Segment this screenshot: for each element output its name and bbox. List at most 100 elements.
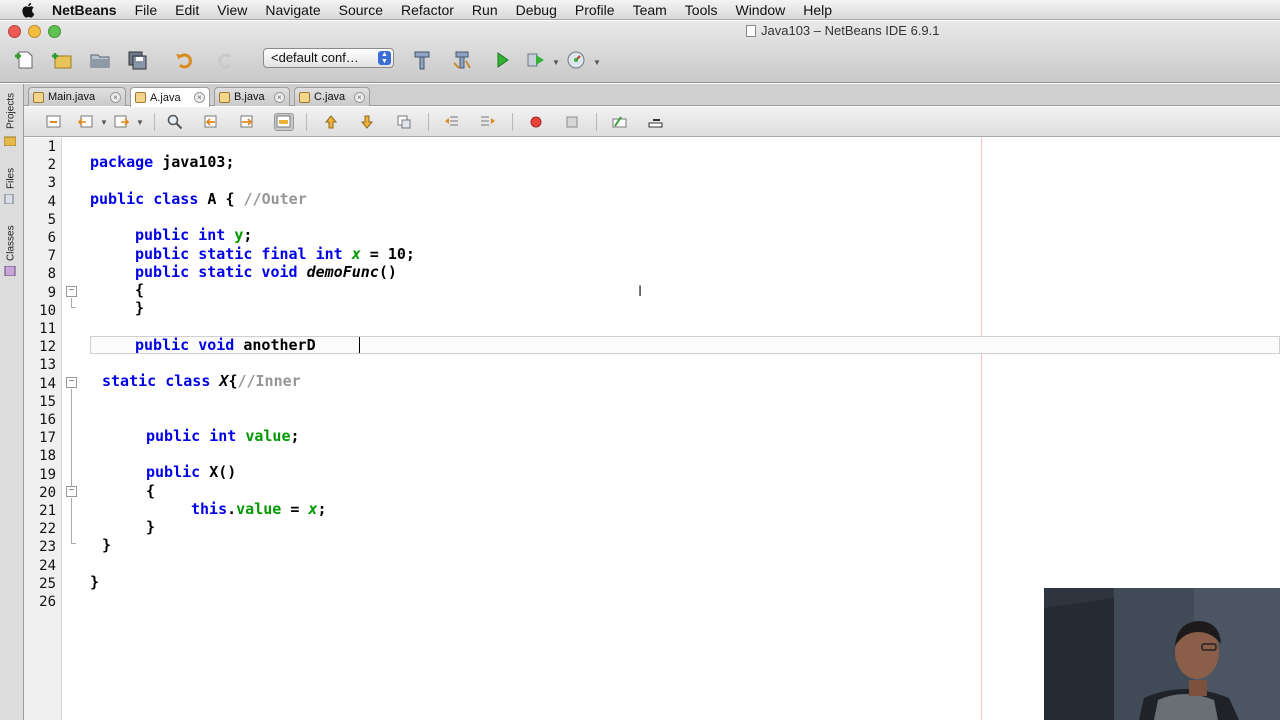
highlight-search-icon [276,115,291,128]
code-text: ; [243,226,253,244]
separator [428,113,429,131]
tab-b-java[interactable]: B.java × [214,87,290,106]
tab-main-java[interactable]: Main.java × [28,87,126,106]
shift-line-right-button[interactable] [478,113,498,131]
line-number: 16 [39,412,56,428]
toggle-highlight-search-button[interactable] [274,113,294,131]
forward-button[interactable] [112,113,132,131]
debug-project-button[interactable] [522,47,550,73]
stop-macro-recording-button[interactable] [562,113,582,131]
line-number: 21 [39,503,56,519]
code-text: . [227,500,237,518]
profile-project-button[interactable] [562,47,590,73]
separator [596,113,597,131]
redo-button[interactable] [211,47,239,73]
code-text: = [281,500,309,518]
toggle-bookmark-button[interactable] [394,113,414,131]
line-number: 9 [47,284,56,301]
magnifier-icon [167,114,183,130]
forward-dropdown-icon[interactable]: ▼ [136,118,144,127]
line-number: 7 [47,248,56,265]
separator [154,113,155,131]
undo-icon [176,53,192,69]
side-tab-classes[interactable]: Classes [3,220,19,266]
comment-button[interactable] [610,113,630,131]
side-tab-projects[interactable]: Projects [3,90,19,132]
debug-dropdown-icon[interactable]: ▼ [552,58,560,67]
uncomment-button[interactable] [646,113,666,131]
menu-file[interactable]: File [126,0,167,20]
keyword: public static void [135,263,298,281]
menu-source[interactable]: Source [330,0,392,20]
menu-navigate[interactable]: Navigate [256,0,329,20]
menu-refactor[interactable]: Refactor [392,0,463,20]
menu-tools[interactable]: Tools [676,0,727,20]
folder-icon [90,54,110,68]
new-file-icon [15,51,33,69]
menu-view[interactable]: View [208,0,256,20]
menu-profile[interactable]: Profile [566,0,624,20]
keyword: public int [146,427,237,445]
save-all-button[interactable] [124,47,152,73]
code-text: ; [317,500,327,518]
clean-build-icon [453,51,471,69]
code-text: X() [200,463,237,481]
line-number: 6 [47,230,56,246]
keyword: public void [135,336,235,354]
find-next-button[interactable] [237,113,257,131]
back-dropdown-icon[interactable]: ▼ [100,118,108,127]
close-window-button[interactable] [8,25,21,38]
previous-bookmark-button[interactable] [321,113,341,131]
tab-c-java[interactable]: C.java × [294,87,370,106]
line-number: 19 [39,466,56,483]
window-titlebar: Java103 – NetBeans IDE 6.9.1 <default co… [0,21,1280,83]
next-bookmark-button[interactable] [357,113,377,131]
debug-icon [527,53,544,67]
window-title-text: Java103 – NetBeans IDE 6.9.1 [761,23,940,38]
last-edit-button[interactable] [44,113,64,131]
find-button[interactable] [165,113,185,131]
app-menu[interactable]: NetBeans [52,0,126,20]
build-button[interactable] [408,47,436,73]
start-macro-recording-button[interactable] [526,113,546,131]
line-number: 11 [39,321,56,337]
line-number: 15 [39,393,56,410]
clean-build-button[interactable] [448,47,476,73]
select-arrows-icon: ▲ ▼ [378,51,391,65]
configuration-select[interactable]: <default conf… ▲ ▼ [263,48,394,68]
editor-tabbar: Main.java × A.java × B.java × C.java × [24,84,1280,107]
close-tab-icon[interactable]: × [274,91,285,103]
menu-edit[interactable]: Edit [166,0,208,20]
run-project-button[interactable] [488,47,516,73]
code-line-19: public X() [146,463,236,481]
menu-run[interactable]: Run [463,0,507,20]
menu-team[interactable]: Team [624,0,676,20]
close-tab-icon[interactable]: × [354,91,365,103]
new-project-button[interactable] [48,47,76,73]
back-button[interactable] [76,113,96,131]
close-tab-icon[interactable]: × [194,92,205,103]
save-all-icon [128,51,147,70]
minimize-window-button[interactable] [28,25,41,38]
code-line-12: public void anotherD [135,336,316,354]
profile-dropdown-icon[interactable]: ▼ [593,58,601,67]
open-project-button[interactable] [86,47,114,73]
zoom-window-button[interactable] [48,25,61,38]
code-line-17: public int value; [146,427,300,445]
undo-button[interactable] [171,47,199,73]
close-tab-icon[interactable]: × [110,91,121,103]
line-number: 24 [39,557,56,574]
shift-line-left-button[interactable] [442,113,462,131]
keyword: public class [90,190,199,208]
menu-debug[interactable]: Debug [507,0,566,20]
apple-menu-icon[interactable] [20,2,38,18]
find-previous-button[interactable] [201,113,221,131]
profiler-gauge-icon [567,51,585,69]
new-file-button[interactable] [11,47,39,73]
text-caret [359,337,360,353]
menu-window[interactable]: Window [726,0,794,20]
side-tab-files[interactable]: Files [3,160,19,196]
tab-a-java[interactable]: A.java × [130,87,210,107]
line-number: 17 [39,430,56,447]
menu-help[interactable]: Help [794,0,841,20]
